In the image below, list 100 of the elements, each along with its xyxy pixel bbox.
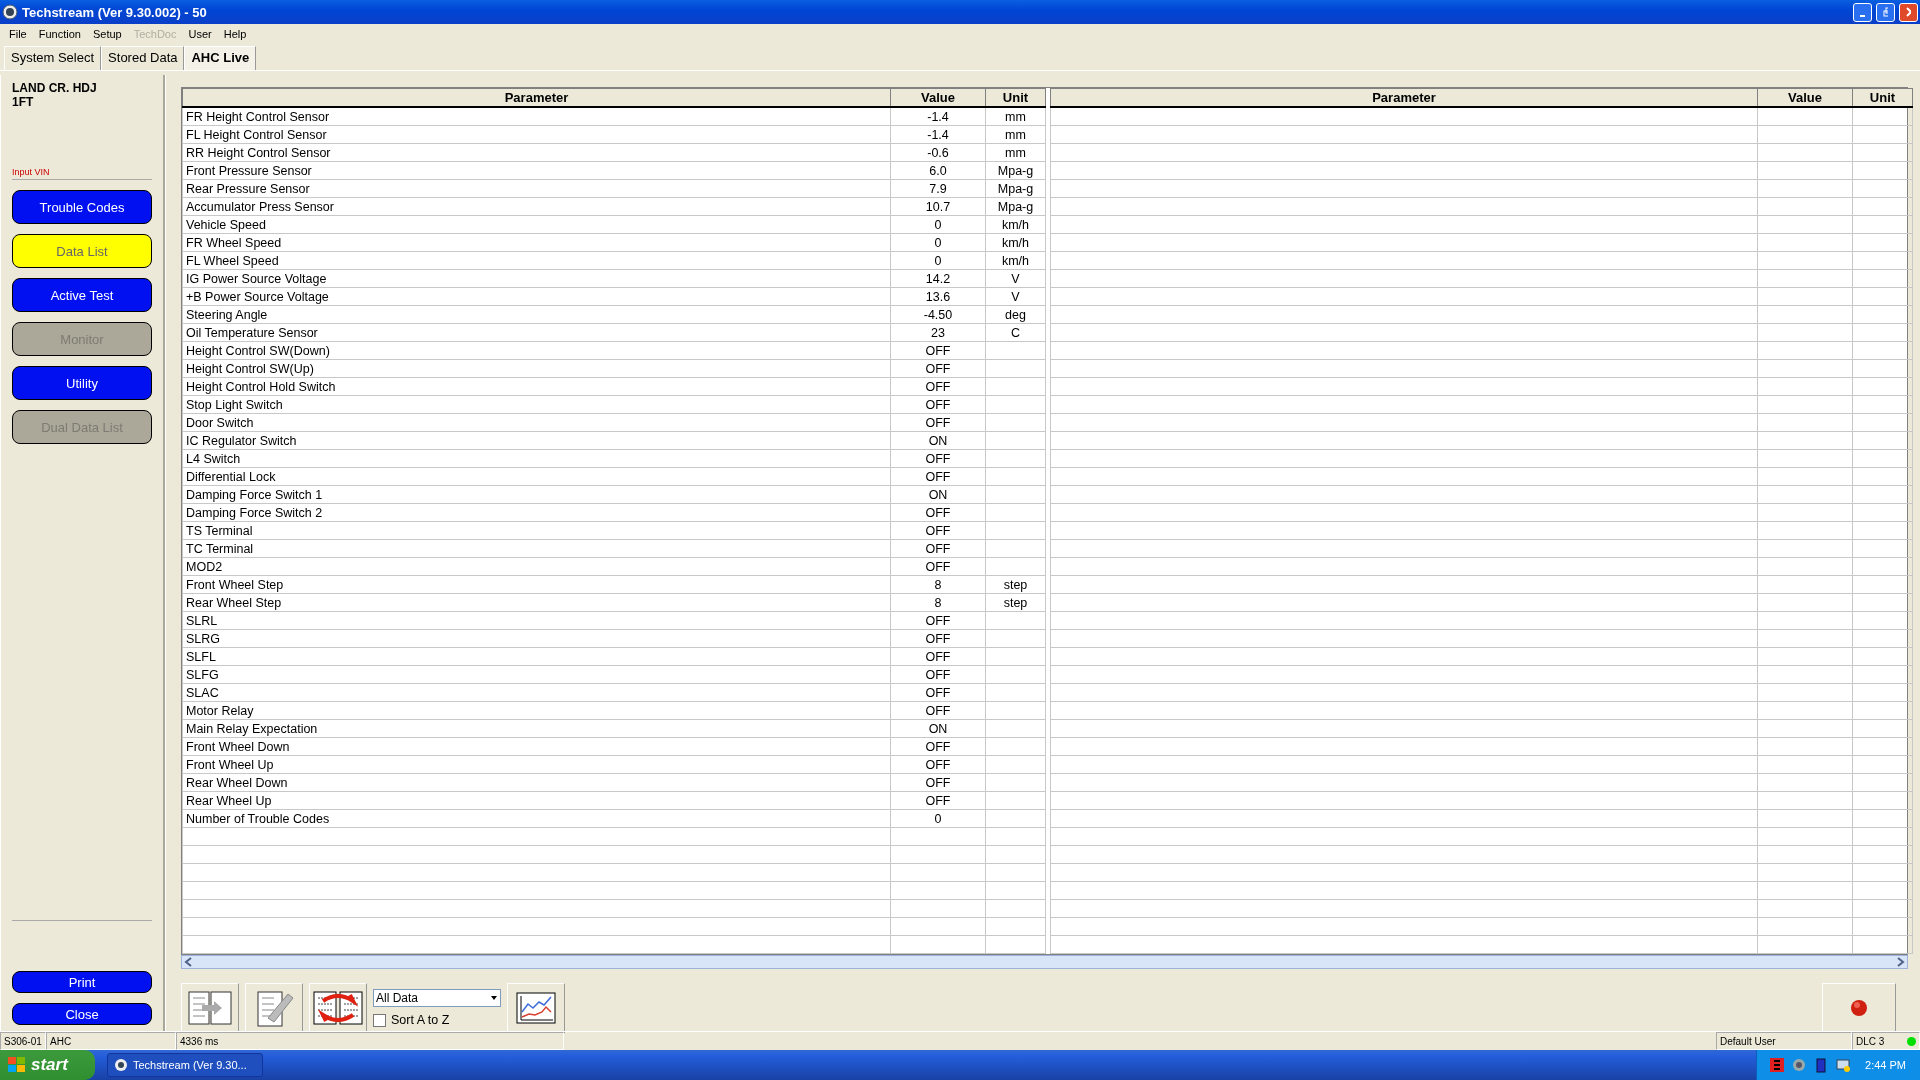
parameter-cell: Front Wheel Step bbox=[182, 575, 891, 594]
column-header[interactable]: Value bbox=[1757, 88, 1853, 107]
unit-cell: mm bbox=[985, 143, 1046, 162]
minimize-button[interactable] bbox=[1853, 2, 1872, 22]
unit-cell: Mpa-g bbox=[985, 179, 1046, 198]
unit-cell: Mpa-g bbox=[985, 161, 1046, 180]
windows-flag-icon bbox=[8, 1057, 26, 1073]
function-button[interactable]: Active Test bbox=[12, 278, 152, 312]
value-cell: OFF bbox=[890, 611, 986, 630]
tab[interactable]: AHC Live bbox=[184, 46, 257, 70]
taskbar-button[interactable]: Techstream (Ver 9.30... bbox=[107, 1053, 263, 1077]
function-button[interactable]: Trouble Codes bbox=[12, 190, 152, 224]
value-cell: OFF bbox=[890, 341, 986, 360]
parameter-cell: L4 Switch bbox=[182, 449, 891, 468]
parameter-cell: Height Control Hold Switch bbox=[182, 377, 891, 396]
start-button[interactable]: start bbox=[0, 1050, 95, 1080]
parameter-cell: FL Wheel Speed bbox=[182, 251, 891, 270]
parameter-cell: Front Wheel Up bbox=[182, 755, 891, 774]
restore-button[interactable] bbox=[1876, 2, 1895, 22]
parameter-cell: IC Regulator Switch bbox=[182, 431, 891, 450]
speaker-icon bbox=[1791, 1057, 1808, 1073]
parameter-cell: +B Power Source Voltage bbox=[182, 287, 891, 306]
transfer-list-button[interactable] bbox=[181, 983, 239, 1033]
parameter-cell: SLFL bbox=[182, 647, 891, 666]
value-cell: 8 bbox=[890, 593, 986, 612]
menu-item[interactable]: Setup bbox=[87, 28, 127, 40]
column-header[interactable]: Unit bbox=[1852, 88, 1913, 107]
value-cell: 7.9 bbox=[890, 179, 986, 198]
value-cell: OFF bbox=[890, 413, 986, 432]
app-icon bbox=[2, 4, 18, 20]
input-vin-link[interactable]: Input VIN bbox=[12, 167, 152, 180]
function-button[interactable]: Data List bbox=[12, 234, 152, 268]
action-button[interactable]: Print bbox=[12, 971, 152, 993]
value-cell: 0 bbox=[890, 251, 986, 270]
value-cell: -4.50 bbox=[890, 305, 986, 324]
status-connection: DLC 3 bbox=[1852, 1032, 1920, 1050]
parameter-cell: TS Terminal bbox=[182, 521, 891, 540]
value-cell: OFF bbox=[890, 647, 986, 666]
unit-cell: C bbox=[985, 323, 1046, 342]
menu-item[interactable]: User bbox=[183, 28, 217, 40]
value-cell: OFF bbox=[890, 791, 986, 810]
menu-item[interactable]: Help bbox=[218, 28, 252, 40]
tray-app-icon bbox=[1769, 1057, 1786, 1073]
parameter-cell: Differential Lock bbox=[182, 467, 891, 486]
status-code: S306-01 bbox=[0, 1032, 46, 1050]
unit-cell: Mpa-g bbox=[985, 197, 1046, 216]
value-cell: 14.2 bbox=[890, 269, 986, 288]
parameter-cell: Height Control SW(Up) bbox=[182, 359, 891, 378]
parameter-cell: SLAC bbox=[182, 683, 891, 702]
unit-cell: V bbox=[985, 269, 1046, 288]
value-cell: OFF bbox=[890, 521, 986, 540]
value-cell: OFF bbox=[890, 503, 986, 522]
parameter-cell: Motor Relay bbox=[182, 701, 891, 720]
swap-list-button[interactable] bbox=[309, 983, 367, 1033]
unit-cell: km/h bbox=[985, 215, 1046, 234]
parameter-cell: SLRL bbox=[182, 611, 891, 630]
parameter-cell: Door Switch bbox=[182, 413, 891, 432]
value-cell: -1.4 bbox=[890, 107, 986, 126]
unit-cell: step bbox=[985, 593, 1046, 612]
unit-cell: mm bbox=[985, 107, 1046, 126]
minimize-icon bbox=[1860, 15, 1865, 17]
value-cell: OFF bbox=[890, 737, 986, 756]
function-button[interactable]: Utility bbox=[12, 366, 152, 400]
parameter-cell: TC Terminal bbox=[182, 539, 891, 558]
menu-item[interactable]: Function bbox=[33, 28, 86, 40]
action-button[interactable]: Close bbox=[12, 1003, 152, 1025]
vehicle-name: LAND CR. HDJ 1FT bbox=[12, 81, 98, 109]
column-header[interactable]: Parameter bbox=[182, 88, 891, 107]
value-cell: 0 bbox=[890, 233, 986, 252]
record-button[interactable] bbox=[1822, 983, 1896, 1033]
column-header[interactable]: Unit bbox=[985, 88, 1046, 107]
data-filter-dropdown[interactable]: All Data bbox=[373, 989, 501, 1007]
column-header[interactable]: Parameter bbox=[1050, 88, 1758, 107]
sort-label[interactable]: Sort A to Z bbox=[391, 1013, 450, 1027]
value-cell: OFF bbox=[890, 449, 986, 468]
value-cell: OFF bbox=[890, 467, 986, 486]
column-header[interactable]: Value bbox=[890, 88, 986, 107]
graph-button[interactable] bbox=[507, 983, 565, 1033]
record-light-icon bbox=[1849, 998, 1869, 1018]
horizontal-scrollbar[interactable] bbox=[181, 955, 1908, 969]
menu-item[interactable]: File bbox=[4, 28, 32, 40]
value-cell: OFF bbox=[890, 683, 986, 702]
parameter-cell: FR Wheel Speed bbox=[182, 233, 891, 252]
list-pen-button[interactable] bbox=[245, 983, 303, 1033]
value-cell: OFF bbox=[890, 539, 986, 558]
value-cell: OFF bbox=[890, 755, 986, 774]
parameter-cell: Rear Wheel Up bbox=[182, 791, 891, 810]
sort-checkbox[interactable] bbox=[373, 1013, 386, 1027]
parameter-cell: Main Relay Expectation bbox=[182, 719, 891, 738]
close-button[interactable] bbox=[1899, 2, 1918, 22]
parameter-cell: Height Control SW(Down) bbox=[182, 341, 891, 360]
window-title: Techstream (Ver 9.30.002) - 50 bbox=[22, 4, 208, 20]
parameter-cell: IG Power Source Voltage bbox=[182, 269, 891, 288]
unit-cell: V bbox=[985, 287, 1046, 306]
tab[interactable]: System Select bbox=[4, 46, 102, 70]
unit-cell: deg bbox=[985, 305, 1046, 324]
value-cell: ON bbox=[890, 431, 986, 450]
parameter-cell: SLFG bbox=[182, 665, 891, 684]
parameter-cell: Oil Temperature Sensor bbox=[182, 323, 891, 342]
parameter-cell: Accumulator Press Sensor bbox=[182, 197, 891, 216]
